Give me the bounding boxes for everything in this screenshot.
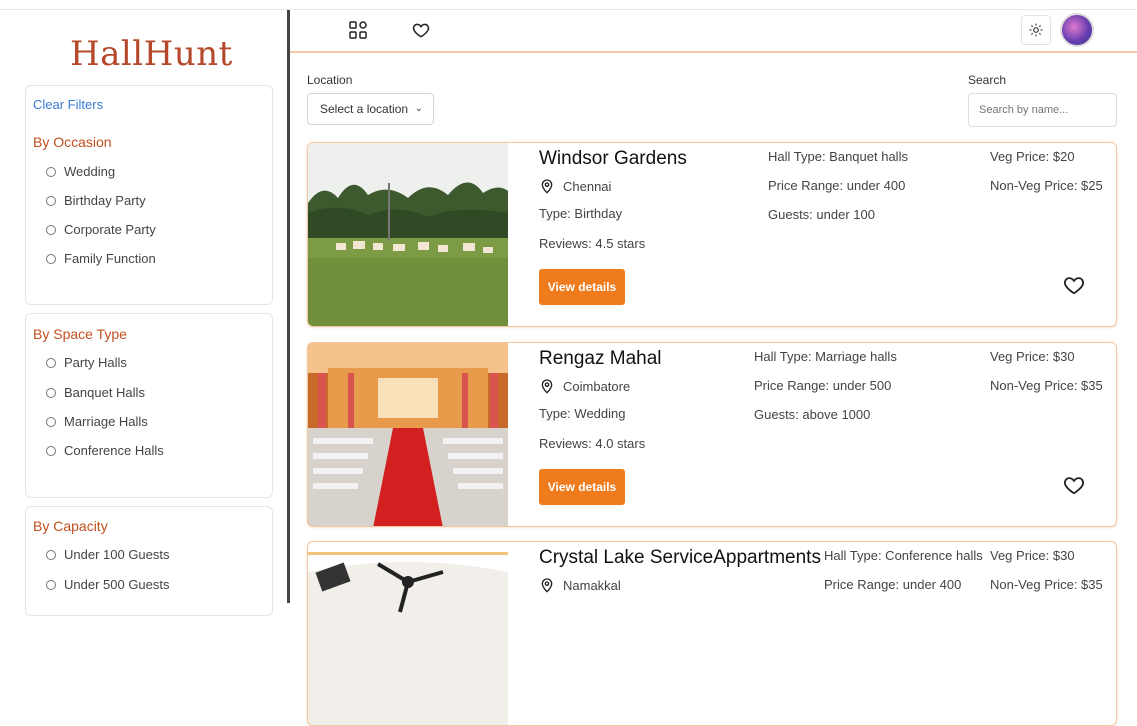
chevron-down-icon: ⌄ bbox=[414, 103, 423, 114]
option-marriage-halls[interactable]: Marriage Halls bbox=[46, 414, 148, 429]
group-title-capacity: By Capacity bbox=[33, 518, 108, 534]
hall-card: Crystal Lake ServiceAppartments Namakkal… bbox=[307, 541, 1117, 726]
hall-reviews: Reviews: 4.5 stars bbox=[539, 236, 646, 251]
location-pin-icon bbox=[541, 179, 553, 194]
hall-card: Rengaz Mahal Coimbatore Type: Wedding Re… bbox=[307, 342, 1117, 527]
option-corporate-party[interactable]: Corporate Party bbox=[46, 222, 156, 237]
sidebar: HallHunt Clear Filters By Occasion Weddi… bbox=[0, 10, 289, 616]
favorite-heart-icon[interactable] bbox=[1063, 474, 1085, 496]
app: HallHunt Clear Filters By Occasion Weddi… bbox=[0, 10, 1137, 726]
hall-price-range: Price Range: under 400 bbox=[768, 178, 906, 193]
search-label: Search bbox=[968, 73, 1007, 87]
view-details-button[interactable]: View details bbox=[539, 269, 625, 305]
heart-icon[interactable] bbox=[410, 19, 432, 41]
option-birthday-party[interactable]: Birthday Party bbox=[46, 193, 146, 208]
avatar[interactable] bbox=[1060, 13, 1094, 47]
window-top-edge bbox=[0, 0, 1137, 10]
hall-price-range: Price Range: under 400 bbox=[824, 577, 962, 592]
location-pin-icon bbox=[541, 379, 553, 394]
main-content: Location Select a location ⌄ Search Sear… bbox=[290, 55, 1137, 726]
hall-type-occasion: Type: Birthday bbox=[539, 206, 623, 221]
radio-icon[interactable] bbox=[46, 253, 56, 264]
hall-name[interactable]: Rengaz Mahal bbox=[539, 348, 662, 370]
hall-card: Windsor Gardens Chennai Type: Birthday R… bbox=[307, 142, 1117, 327]
option-party-halls[interactable]: Party Halls bbox=[46, 355, 127, 370]
grid-icon[interactable] bbox=[347, 19, 369, 41]
option-under-100-guests[interactable]: Under 100 Guests bbox=[46, 547, 170, 562]
location-label: Location bbox=[307, 73, 353, 87]
hall-type-occasion: Type: Wedding bbox=[539, 406, 626, 421]
clear-filters-link[interactable]: Clear Filters bbox=[33, 97, 103, 112]
hall-type: Hall Type: Conference halls bbox=[824, 548, 983, 563]
radio-icon[interactable] bbox=[46, 166, 56, 177]
location-pin-icon bbox=[541, 578, 553, 593]
hall-veg-price: Veg Price: $20 bbox=[990, 149, 1075, 164]
view-details-button[interactable]: View details bbox=[539, 469, 625, 505]
hall-nonveg-price: Non-Veg Price: $25 bbox=[990, 178, 1103, 193]
hall-image-room[interactable] bbox=[308, 542, 508, 725]
group-title-space-type: By Space Type bbox=[33, 326, 127, 342]
hall-type: Hall Type: Marriage halls bbox=[754, 349, 897, 364]
hall-nonveg-price: Non-Veg Price: $35 bbox=[990, 378, 1103, 393]
radio-icon[interactable] bbox=[46, 195, 56, 206]
hall-location: Coimbatore bbox=[539, 378, 630, 394]
hall-guests: Guests: above 1000 bbox=[754, 407, 871, 422]
hall-image-garden[interactable] bbox=[308, 143, 508, 326]
option-wedding[interactable]: Wedding bbox=[46, 164, 115, 179]
hall-image-wedding-stage[interactable] bbox=[308, 343, 508, 526]
hall-guests: Guests: under 100 bbox=[768, 207, 875, 222]
radio-icon[interactable] bbox=[46, 387, 56, 398]
hall-type: Hall Type: Banquet halls bbox=[768, 149, 908, 164]
radio-icon[interactable] bbox=[46, 549, 56, 560]
hall-nonveg-price: Non-Veg Price: $35 bbox=[990, 577, 1103, 592]
sun-icon bbox=[1029, 23, 1043, 37]
group-title-occasion: By Occasion bbox=[33, 134, 112, 150]
hall-veg-price: Veg Price: $30 bbox=[990, 349, 1075, 364]
hall-reviews: Reviews: 4.0 stars bbox=[539, 436, 646, 451]
hall-location: Chennai bbox=[539, 178, 611, 194]
hall-name[interactable]: Crystal Lake ServiceAppartments bbox=[539, 547, 821, 569]
topbar bbox=[290, 10, 1137, 53]
hall-price-range: Price Range: under 500 bbox=[754, 378, 892, 393]
search-input[interactable] bbox=[968, 93, 1117, 127]
option-family-function[interactable]: Family Function bbox=[46, 251, 156, 266]
location-select[interactable]: Select a location ⌄ bbox=[307, 93, 434, 125]
hall-location: Namakkal bbox=[539, 577, 621, 593]
option-conference-halls[interactable]: Conference Halls bbox=[46, 443, 164, 458]
option-banquet-halls[interactable]: Banquet Halls bbox=[46, 385, 145, 400]
radio-icon[interactable] bbox=[46, 445, 56, 456]
radio-icon[interactable] bbox=[46, 357, 56, 368]
radio-icon[interactable] bbox=[46, 416, 56, 427]
logo: HallHunt bbox=[70, 34, 233, 74]
option-under-500-guests[interactable]: Under 500 Guests bbox=[46, 577, 170, 592]
radio-icon[interactable] bbox=[46, 579, 56, 590]
favorite-heart-icon[interactable] bbox=[1063, 274, 1085, 296]
radio-icon[interactable] bbox=[46, 224, 56, 235]
theme-toggle-button[interactable] bbox=[1021, 15, 1051, 45]
hall-veg-price: Veg Price: $30 bbox=[990, 548, 1075, 563]
hall-name[interactable]: Windsor Gardens bbox=[539, 148, 687, 170]
